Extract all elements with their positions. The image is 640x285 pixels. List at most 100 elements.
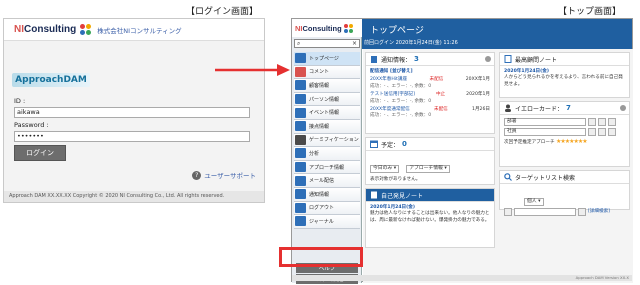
yellow-card-count: 7 — [565, 104, 571, 112]
notification-status: 未配信 — [429, 77, 444, 83]
sidebar-item-label: ジャーナル — [309, 218, 334, 225]
reset-button[interactable] — [598, 128, 606, 136]
app-logo: ApproachDAM — [12, 73, 90, 87]
sidebar-item-10[interactable]: 通知情報 — [294, 187, 360, 202]
target-search-title: ターゲットリスト検索 — [515, 174, 576, 182]
nav-icon — [295, 162, 306, 173]
sidebar-item-6[interactable]: ゲーミフィケーション — [294, 133, 360, 148]
copy-button[interactable] — [608, 128, 616, 136]
schedule-card: 予定： 0 今日のみ ▾ アプローチ情報 ▾ 表示対象がありません。 — [365, 137, 495, 185]
notification-status: 中止 — [435, 92, 446, 98]
nav-icon — [295, 107, 306, 118]
dropdown-button[interactable] — [588, 118, 596, 126]
clipboard-icon — [371, 56, 377, 63]
next-approach-label: 次回予定推定アプローチ — [504, 140, 555, 145]
notification-tab[interactable]: 配信通知 [並び替え] — [370, 69, 490, 75]
notification-row[interactable]: 20XX年春Hit講座 未配信 20XX年1月 成功：- 、エラー：-, 余数：0 — [370, 77, 490, 90]
page-title: トップページ — [370, 26, 424, 36]
sidebar-item-label: ログアウト — [309, 205, 335, 212]
nav-icon — [295, 121, 306, 132]
schedule-empty: 表示対象がありません。 — [370, 177, 421, 182]
password-field[interactable]: ••••••• — [14, 131, 250, 142]
employee-field[interactable]: 社員 — [504, 128, 586, 136]
sidebar-item-label: パーソン情報 — [309, 96, 340, 103]
notification-meta: 成功：- 、エラー：-, 余数：0 — [370, 83, 432, 89]
notebook-icon — [371, 191, 377, 199]
notification-row[interactable]: テスト送信用[宇部記] 中止 2020年1月 成功：- 、エラー：-, 余数：0 — [370, 92, 490, 105]
nav-icon — [295, 148, 306, 159]
close-icon[interactable]: × — [352, 40, 357, 47]
brand-mark-icon — [343, 23, 353, 33]
sidebar-item-3[interactable]: パーソン情報 — [294, 92, 360, 107]
advanced-search-link[interactable]: [詳細検索] — [588, 209, 610, 215]
person-icon — [505, 104, 511, 112]
search-input[interactable]: ⌕ × — [294, 39, 360, 48]
dropdown-button[interactable] — [588, 128, 596, 136]
advisor-note-title: 最高顧問ノート — [515, 56, 558, 64]
notification-date: 1月26日 — [472, 107, 490, 113]
sidebar-item-8[interactable]: アプローチ情報 — [294, 160, 360, 175]
gear-icon[interactable] — [485, 56, 491, 62]
sidebar-item-label: メール配信 — [309, 178, 335, 185]
advisor-note-card: 最高顧問ノート 2020年1月24日(金) 人からどう見られるかを考えるより、言… — [499, 52, 630, 98]
notification-name[interactable]: 20XX年春Hit講座 — [370, 77, 407, 83]
arrow-right-icon — [215, 64, 290, 76]
sidebar-item-2[interactable]: 顧客情報 — [294, 79, 360, 93]
notification-status: 未配信 — [433, 107, 448, 113]
self-note-title: 自己発見ノート — [381, 192, 424, 200]
sidebar-item-label: ゲーミフィケーション — [309, 137, 359, 144]
top-footer: Approach DAM Version XX.X — [292, 275, 632, 281]
brand-mark-icon — [80, 24, 92, 35]
copy-button[interactable] — [608, 118, 616, 126]
login-button[interactable]: ログイン — [14, 145, 66, 161]
target-search-card: ターゲットリスト検索 個人 ▾ [詳細検索] — [499, 170, 630, 216]
nav-icon — [295, 189, 306, 200]
sidebar-item-1[interactable]: コメント — [294, 65, 360, 80]
notification-name[interactable]: テスト送信用[宇部記] — [370, 92, 415, 98]
target-type-select[interactable]: 個人 ▾ — [524, 198, 544, 206]
sidebar-item-7[interactable]: 分析 — [294, 147, 360, 161]
user-support-link[interactable]: ? ユーザーサポート — [192, 170, 256, 180]
notification-row[interactable]: 20XX年度通常配信 未配信 1月26日 成功：- 、エラー：-, 余数：0 — [370, 107, 490, 120]
schedule-range-select[interactable]: 今日のみ ▾ — [370, 165, 400, 173]
login-header: NIConsulting 株式会社NIコンサルティング — [4, 19, 264, 41]
sidebar-item-5[interactable]: 接点情報 — [294, 119, 360, 134]
schedule-count: 0 — [402, 140, 407, 148]
notification-list: 20XX年春Hit講座 未配信 20XX年1月 成功：- 、エラー：-, 余数：0 テス… — [370, 77, 490, 119]
nav-icon — [295, 134, 306, 145]
sidebar-item-label: アプローチ情報 — [309, 164, 345, 171]
company-name: 株式会社NIコンサルティング — [97, 26, 182, 35]
top-screen: NIConsulting トップページ 前回ログイン 2020年1月24日(金)… — [279, 18, 633, 284]
department-field[interactable]: 部署 — [504, 118, 586, 126]
sidebar-item-4[interactable]: イベント情報 — [294, 106, 360, 120]
nav-icon — [295, 216, 306, 227]
schedule-type-select[interactable]: アプローチ情報 ▾ — [406, 165, 450, 173]
sidebar-item-0[interactable]: トップページ — [294, 52, 360, 66]
id-field[interactable]: aikawa — [14, 107, 250, 118]
main-area: 通知情報： 3 配信通知 [並び替え] 20XX年春Hit講座 未配信 20XX年1… — [363, 49, 633, 283]
sidebar-item-11[interactable]: ログアウト — [294, 201, 360, 216]
login-footer: Approach DAM XX.XX.XX Copyright © 2020 N… — [4, 191, 264, 202]
nav-icon — [295, 202, 306, 213]
search-button[interactable] — [578, 208, 586, 216]
advisor-note-text: 人からどう見られるかを考えるより、言われる前に自己発見せよ。 — [504, 75, 623, 87]
login-screen: NIConsulting 株式会社NIコンサルティング ApproachDAM … — [3, 18, 265, 203]
sidebar-item-9[interactable]: メール配信 — [294, 174, 360, 188]
calendar-icon — [370, 140, 378, 148]
question-icon: ? — [192, 170, 202, 180]
password-label: Password : — [14, 121, 49, 129]
nav-icon — [295, 175, 306, 186]
sidebar-item-label: 接点情報 — [309, 123, 330, 130]
top-brand-logo[interactable]: NIConsulting — [292, 19, 362, 37]
gear-icon[interactable] — [620, 105, 626, 111]
notification-body: 配信通知 [並び替え] 20XX年春Hit講座 未配信 20XX年1月 成功：- 、エ… — [366, 66, 494, 123]
yellow-card-title: イエローカード： — [515, 105, 563, 113]
list-icon[interactable] — [504, 208, 512, 216]
sidebar-item-12[interactable]: ジャーナル — [294, 215, 360, 229]
notification-date: 2020年1月 — [466, 92, 490, 98]
notification-count: 3 — [414, 55, 419, 63]
reset-button[interactable] — [598, 118, 606, 126]
sidebar-item-label: コメント — [309, 69, 330, 76]
nav-icon — [295, 66, 306, 77]
target-search-input[interactable] — [514, 208, 576, 216]
